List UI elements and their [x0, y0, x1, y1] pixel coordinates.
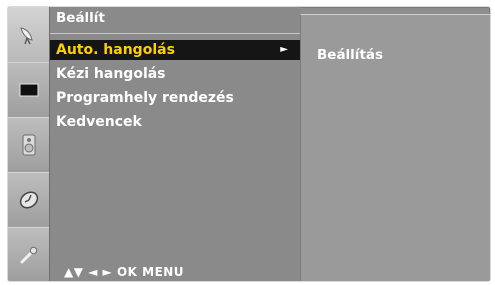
osd-window: Beállít Auto. hangolás ► Kézi hangolás P…: [7, 6, 491, 282]
title-divider: [50, 33, 300, 34]
wrench-icon: [20, 246, 37, 264]
menu-item-label: Auto. hangolás: [56, 42, 175, 58]
menu-title: Beállít: [56, 10, 105, 26]
submenu-item-setup[interactable]: Beállítás: [317, 47, 383, 63]
satellite-dish-icon: [19, 27, 33, 45]
category-time-button[interactable]: [8, 172, 49, 228]
menu-item-label: Kedvencek: [56, 114, 142, 130]
menu-item-label: Kézi hangolás: [56, 66, 166, 82]
menu-item-auto-tuning[interactable]: Auto. hangolás ►: [50, 40, 300, 60]
menu-item-favourites[interactable]: Kedvencek: [56, 112, 296, 132]
category-setup-button[interactable]: [8, 7, 49, 63]
navigation-hint: ▲▼ ◄ ► OK MENU: [64, 265, 185, 279]
category-sidebar: [8, 7, 50, 281]
menu-item-label: Programhely rendezés: [56, 90, 234, 106]
submenu-panel: Beállítás: [300, 14, 490, 281]
screen-icon: [19, 83, 38, 97]
speaker-icon: [22, 134, 35, 156]
clock-icon: [19, 191, 38, 209]
setup-menu: Beállít Auto. hangolás ► Kézi hangolás P…: [50, 7, 300, 281]
category-option-button[interactable]: [8, 227, 49, 281]
category-sound-button[interactable]: [8, 117, 49, 173]
menu-item-manual-tuning[interactable]: Kézi hangolás: [56, 64, 296, 84]
menu-item-programme-edit[interactable]: Programhely rendezés: [56, 88, 296, 108]
submenu-arrow-icon: ►: [280, 44, 288, 55]
category-picture-button[interactable]: [8, 62, 49, 118]
